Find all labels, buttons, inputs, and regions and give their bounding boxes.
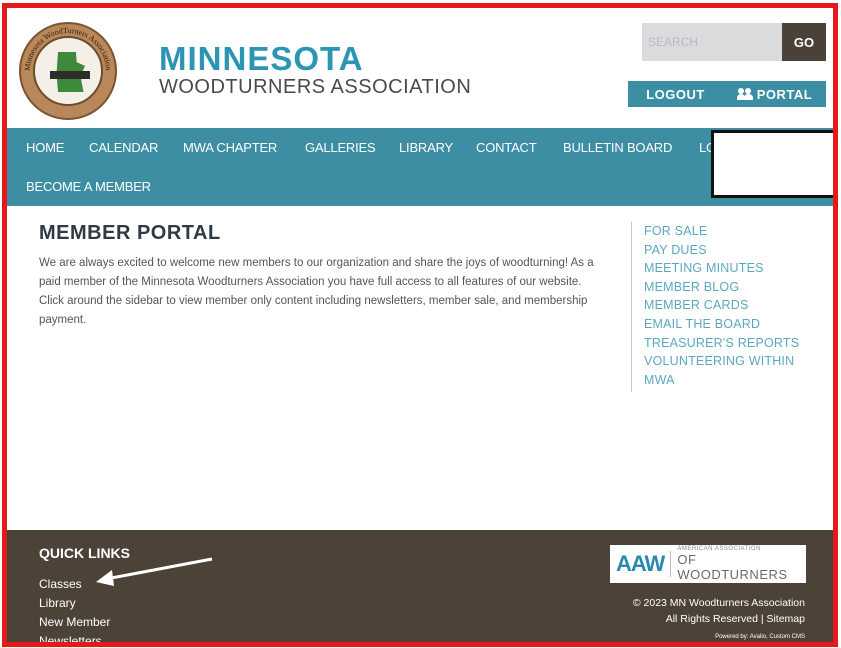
nav-item-contact[interactable]: CONTACT <box>476 140 537 155</box>
quick-link-new-member[interactable]: New Member <box>39 615 110 629</box>
sidebar-item-volunteering-cont[interactable]: MWA <box>644 371 821 390</box>
powered-by[interactable]: Powered by: Avalio, Custom CMS <box>715 634 805 640</box>
rights-sitemap-line[interactable]: All Rights Reserved | Sitemap <box>633 611 805 627</box>
nav-item-home[interactable]: HOME <box>26 140 64 155</box>
user-bar: LOGOUT PORTAL <box>628 81 826 107</box>
aaw-mark: AAW <box>616 551 672 577</box>
aaw-logo[interactable]: AAW AMERICAN ASSOCIATION OF WOODTURNERS <box>610 545 806 583</box>
sidebar-item-meeting-minutes[interactable]: MEETING MINUTES <box>644 259 821 278</box>
sidebar-item-member-blog[interactable]: MEMBER BLOG <box>644 278 821 297</box>
search-input[interactable] <box>642 23 782 61</box>
lathe-icon <box>50 71 90 79</box>
copyright: © 2023 MN Woodturners Association All Ri… <box>633 595 805 627</box>
users-icon <box>736 88 753 100</box>
intro-text: We are always excited to welcome new mem… <box>39 257 594 326</box>
aaw-big-text: OF WOODTURNERS <box>677 552 788 582</box>
sidebar-item-treasurers-reports[interactable]: TREASURER'S REPORTS <box>644 334 821 353</box>
footer: QUICK LINKS Classes Library New Member N… <box>7 530 833 642</box>
search-go-button[interactable]: GO <box>782 23 826 61</box>
logo-emblem <box>33 36 103 106</box>
copyright-line: © 2023 MN Woodturners Association <box>632 597 805 609</box>
brand-subtitle[interactable]: WOODTURNERS ASSOCIATION <box>159 76 471 99</box>
portal-button[interactable]: PORTAL <box>723 87 826 102</box>
site-logo[interactable]: Minnesota WoodTurners Association <box>19 22 117 120</box>
page-title: MEMBER PORTAL <box>39 222 221 244</box>
quick-link-classes[interactable]: Classes <box>39 577 82 591</box>
page-frame: Minnesota WoodTurners Association MINNES… <box>2 3 838 647</box>
quick-link-library[interactable]: Library <box>39 596 76 610</box>
nav-item-calendar[interactable]: CALENDAR <box>89 140 158 155</box>
nav-item-bulletin-board[interactable]: BULLETIN BOARD <box>563 140 672 155</box>
sidebar-item-volunteering[interactable]: VOLUNTEERING WITHIN <box>644 352 821 371</box>
sidebar-item-pay-dues[interactable]: PAY DUES <box>644 241 821 260</box>
logout-button[interactable]: LOGOUT <box>628 87 723 102</box>
nav-item-galleries[interactable]: GALLERIES <box>305 140 376 155</box>
annotation-arrow-icon <box>96 557 213 586</box>
redaction-box <box>711 130 833 198</box>
portal-label: PORTAL <box>756 86 813 102</box>
member-sidebar: FOR SALE PAY DUES MEETING MINUTES MEMBER… <box>631 222 821 392</box>
brand-title[interactable]: MINNESOTA <box>159 40 364 78</box>
main-nav: HOME CALENDAR MWA CHAPTER GALLERIES LIBR… <box>7 128 833 206</box>
nav-item-become-member[interactable]: BECOME A MEMBER <box>26 179 151 194</box>
sidebar-item-for-sale[interactable]: FOR SALE <box>644 222 821 241</box>
nav-item-library[interactable]: LIBRARY <box>399 140 453 155</box>
quick-link-newsletters[interactable]: Newsletters <box>39 634 102 642</box>
sidebar-item-member-cards[interactable]: MEMBER CARDS <box>644 296 821 315</box>
sidebar-item-email-board[interactable]: EMAIL THE BOARD <box>644 315 821 334</box>
nav-item-mwa-chapter[interactable]: MWA CHAPTER <box>183 140 277 155</box>
